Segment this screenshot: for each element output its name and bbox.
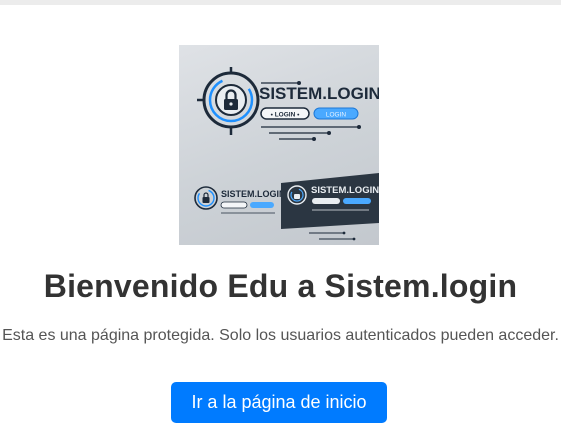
logo-login-pill-1: • LOGIN • xyxy=(271,112,300,119)
logo-brand-main: SISTEM.LOGIN xyxy=(259,84,379,103)
logo-login-pill-2: LOGIN xyxy=(326,112,347,119)
sistem-login-logo-image: SISTEM.LOGIN • LOGIN • LOGIN SISTEM.LOGI… xyxy=(179,45,379,245)
logo-brand-small-2: SISTEM.LOGIN xyxy=(311,185,379,196)
page-title: Bienvenido Edu a Sistem.login xyxy=(43,268,518,304)
logo-brand-small-1: SISTEM.LOGIN xyxy=(221,189,286,199)
page-subtitle: Esta es una página protegida. Solo los u… xyxy=(2,327,559,344)
top-border-strip xyxy=(0,0,561,5)
logo-dark-banner: SISTEM.LOGIN xyxy=(281,173,379,229)
small-lock-icon xyxy=(194,186,218,210)
go-home-button[interactable]: Ir a la página de inicio xyxy=(171,382,387,423)
lock-icon xyxy=(197,67,260,135)
